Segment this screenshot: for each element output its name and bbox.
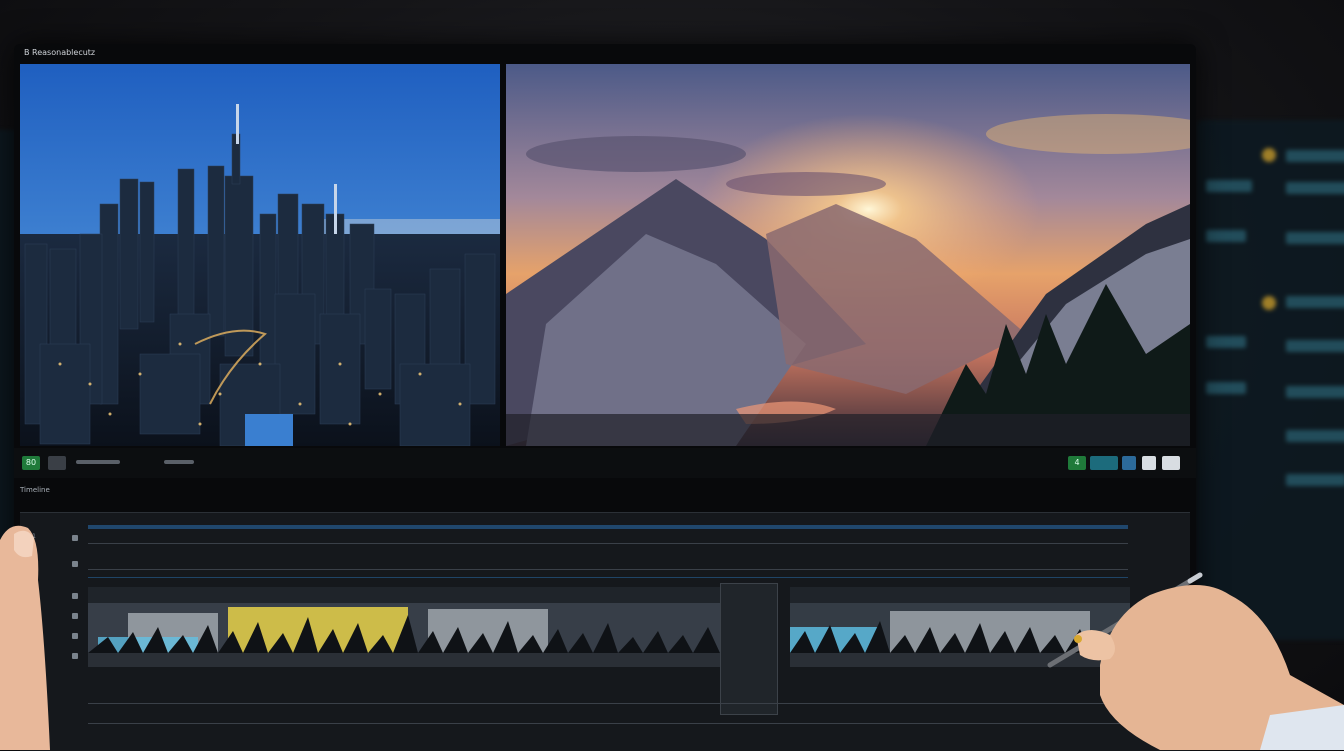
play-button[interactable]: 80 [22,456,40,470]
timecode-bar-2 [164,460,194,464]
left-hand [0,525,50,750]
app-title: B Reasonablecutz [24,48,96,57]
layout-icon[interactable] [1142,456,1156,470]
track-divider [88,703,1128,704]
waveform-left [88,587,720,667]
audio-clip-left[interactable] [88,587,720,667]
track-divider [88,569,1128,570]
program-viewer[interactable] [506,64,1190,446]
timecode-bar [76,460,120,464]
city-skyline-image [20,64,500,446]
track-audio-icon[interactable] [72,653,78,659]
track-lock-icon[interactable] [72,561,78,567]
track-audio-icon[interactable] [72,633,78,639]
track-divider [88,577,1128,578]
main-monitor: B Reasonablecutz 80 4 Timeline [14,44,1196,751]
timeline-panel-label: Timeline [20,486,50,494]
right-hand-with-stylus [1047,572,1344,750]
track-divider [88,543,1128,544]
track-audio-icon[interactable] [72,613,78,619]
track-audio-icon[interactable] [72,593,78,599]
playhead-region[interactable] [720,583,778,715]
fullscreen-icon[interactable] [1162,456,1180,470]
program-badge[interactable]: 4 [1068,456,1086,470]
track-divider [88,723,1128,724]
mountain-sunset-image [506,64,1190,446]
track-lock-icon[interactable] [72,535,78,541]
zoom-icon[interactable] [1090,456,1118,470]
timeline-panel[interactable]: V1 V2 A1 A2 A3 [20,512,1190,751]
source-viewer[interactable] [20,64,500,446]
stop-button[interactable] [48,456,66,470]
viewer-control-bar: 80 4 [14,448,1196,478]
settings-icon[interactable] [1122,456,1136,470]
timeline-ruler[interactable] [88,523,1128,531]
